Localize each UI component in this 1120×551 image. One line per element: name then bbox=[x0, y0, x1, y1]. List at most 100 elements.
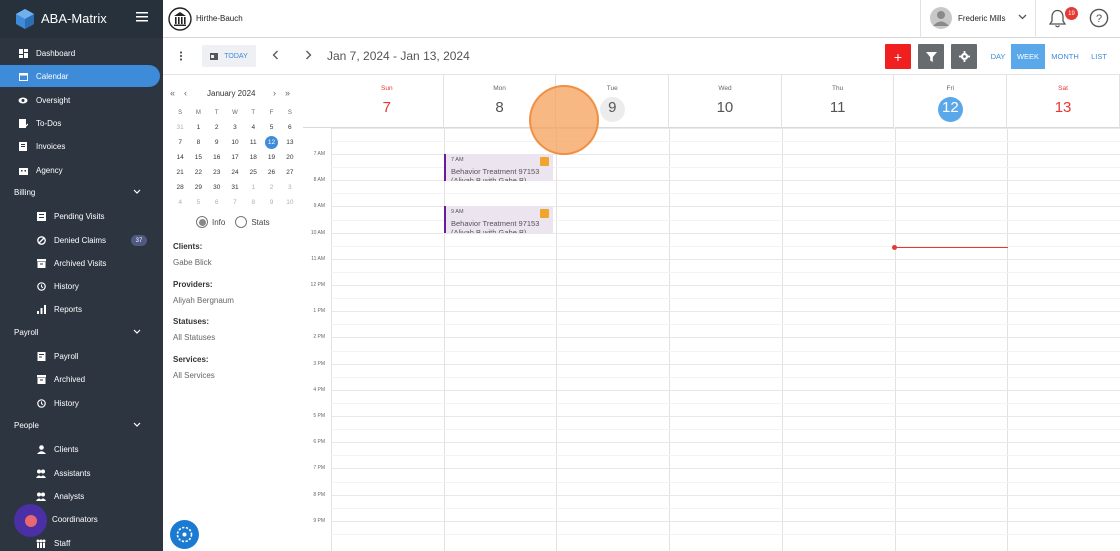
mini-calendar-day[interactable]: 4 bbox=[171, 195, 189, 210]
mini-calendar-day[interactable]: 22 bbox=[189, 165, 207, 180]
mini-calendar-day[interactable]: 31 bbox=[226, 180, 244, 195]
mini-calendar-day[interactable]: 24 bbox=[226, 165, 244, 180]
mini-calendar-day[interactable]: 5 bbox=[189, 195, 207, 210]
view-tab-week[interactable]: WEEK bbox=[1011, 44, 1045, 69]
sidebar-item-denied-claims[interactable]: Denied Claims bbox=[35, 229, 106, 251]
more-options-icon[interactable] bbox=[179, 51, 183, 61]
calendar-event[interactable]: 7 AM Behavior Treatment 97153 (Aliyah B wi… bbox=[444, 154, 553, 181]
next-week-button[interactable] bbox=[305, 50, 312, 60]
sidebar-item-dashboard[interactable]: Dashboard bbox=[17, 42, 75, 64]
mini-calendar-day[interactable]: 11 bbox=[244, 135, 262, 150]
providers-value[interactable]: Aliyah Bergnaum bbox=[173, 296, 234, 305]
view-tab-month[interactable]: MONTH bbox=[1045, 44, 1085, 69]
previous-week-button[interactable] bbox=[272, 50, 279, 60]
mini-calendar-day[interactable]: 6 bbox=[281, 120, 299, 135]
mini-calendar-day[interactable]: 21 bbox=[171, 165, 189, 180]
mini-calendar-day[interactable]: 2 bbox=[208, 120, 226, 135]
day-header-sun[interactable]: Sun 7 bbox=[331, 75, 444, 128]
statuses-value[interactable]: All Statuses bbox=[173, 333, 215, 342]
view-tab-day[interactable]: DAY bbox=[985, 44, 1011, 69]
stats-radio[interactable] bbox=[235, 216, 248, 228]
mini-calendar-day[interactable]: 14 bbox=[171, 150, 189, 165]
mini-calendar-day[interactable]: 19 bbox=[262, 150, 280, 165]
sidebar-item-payroll[interactable]: Payroll bbox=[35, 345, 78, 367]
mini-calendar-day[interactable]: 1 bbox=[244, 180, 262, 195]
help-icon[interactable]: ? bbox=[1089, 8, 1109, 28]
add-event-button[interactable]: + bbox=[885, 44, 911, 69]
mini-calendar-day[interactable]: 17 bbox=[226, 150, 244, 165]
prev-year-icon[interactable]: « bbox=[170, 88, 175, 98]
sidebar-item-oversight[interactable]: Oversight bbox=[17, 89, 70, 111]
bell-icon[interactable] bbox=[1049, 9, 1066, 28]
sidebar-item-payroll-archived[interactable]: Archived bbox=[35, 368, 85, 390]
sidebar-item-pending-visits[interactable]: Pending Visits bbox=[35, 205, 105, 227]
sidebar-item-clients[interactable]: Clients bbox=[35, 438, 78, 460]
sidebar-item-agency[interactable]: Agency bbox=[17, 159, 63, 181]
sidebar-item-coordinators[interactable]: Coordinators bbox=[52, 508, 98, 530]
mini-calendar-day[interactable]: 6 bbox=[208, 195, 226, 210]
today-button[interactable]: TODAY bbox=[202, 45, 256, 67]
day-header-fri[interactable]: Fri 12 bbox=[894, 75, 1008, 128]
settings-button[interactable] bbox=[951, 44, 977, 69]
clients-value[interactable]: Gabe Blick bbox=[173, 258, 212, 267]
next-year-icon[interactable]: » bbox=[285, 88, 290, 98]
mini-calendar-day[interactable]: 2 bbox=[262, 180, 280, 195]
mini-calendar-day[interactable]: 13 bbox=[281, 135, 299, 150]
filter-button[interactable] bbox=[918, 44, 944, 69]
calendar-event[interactable]: 9 AM Behavior Treatment 97153 (Aliyah B wi… bbox=[444, 206, 553, 234]
mini-calendar-day[interactable]: 10 bbox=[226, 135, 244, 150]
mini-calendar-day[interactable]: 9 bbox=[262, 195, 280, 210]
day-header-wed[interactable]: Wed 10 bbox=[669, 75, 782, 128]
view-tab-list[interactable]: LIST bbox=[1085, 44, 1113, 69]
mini-calendar-day[interactable]: 7 bbox=[226, 195, 244, 210]
mini-calendar-grid: S M T W T F S 31 1 2 3 4 5 6 7 8 9 10 11 12 13 14 15 16 17 18 19 20… bbox=[171, 105, 299, 210]
mini-calendar-day[interactable]: 15 bbox=[189, 150, 207, 165]
recording-indicator[interactable] bbox=[14, 504, 47, 537]
sidebar-item-staff[interactable]: Staff bbox=[35, 532, 70, 551]
day-header-sat[interactable]: Sat 13 bbox=[1007, 75, 1120, 128]
sidebar-section-billing[interactable]: Billing bbox=[0, 183, 163, 203]
history-icon bbox=[35, 280, 47, 292]
mini-calendar-day[interactable]: 31 bbox=[171, 120, 189, 135]
mini-calendar-day[interactable]: 16 bbox=[208, 150, 226, 165]
mini-calendar-day[interactable]: 5 bbox=[262, 120, 280, 135]
day-header-thu[interactable]: Thu 11 bbox=[781, 75, 895, 128]
mini-calendar-day[interactable]: 3 bbox=[226, 120, 244, 135]
mini-calendar-day[interactable]: 26 bbox=[262, 165, 280, 180]
mini-calendar-day[interactable]: 29 bbox=[189, 180, 207, 195]
mini-calendar-day[interactable]: 23 bbox=[208, 165, 226, 180]
sidebar-section-people[interactable]: People bbox=[0, 416, 163, 436]
prev-month-icon[interactable]: ‹ bbox=[184, 88, 187, 98]
mini-calendar-day[interactable]: 7 bbox=[171, 135, 189, 150]
services-value[interactable]: All Services bbox=[173, 371, 215, 380]
sidebar-item-invoices[interactable]: Invoices bbox=[17, 135, 65, 157]
mini-calendar-day[interactable]: 12 bbox=[262, 135, 280, 150]
accessibility-button[interactable] bbox=[170, 520, 199, 549]
mini-calendar-day[interactable]: 8 bbox=[189, 135, 207, 150]
mini-calendar-day[interactable]: 18 bbox=[244, 150, 262, 165]
sidebar-item-reports[interactable]: Reports bbox=[35, 298, 82, 320]
sidebar-item-assistants[interactable]: Assistants bbox=[35, 462, 90, 484]
sidebar-item-payroll-history[interactable]: History bbox=[35, 392, 79, 414]
next-month-icon[interactable]: › bbox=[273, 88, 276, 98]
mini-calendar-day[interactable]: 9 bbox=[208, 135, 226, 150]
mini-calendar-day[interactable]: 27 bbox=[281, 165, 299, 180]
menu-toggle-icon[interactable] bbox=[136, 12, 148, 22]
sidebar-item-analysts[interactable]: Analysts bbox=[35, 485, 84, 507]
info-radio[interactable] bbox=[196, 216, 208, 228]
mini-calendar-day[interactable]: 25 bbox=[244, 165, 262, 180]
sidebar-item-todos[interactable]: To-Dos bbox=[17, 112, 61, 134]
mini-calendar-day[interactable]: 28 bbox=[171, 180, 189, 195]
sidebar-item-archived-visits[interactable]: Archived Visits bbox=[35, 252, 106, 274]
user-menu[interactable]: Frederic Mills bbox=[920, 0, 1036, 38]
mini-calendar-day[interactable]: 1 bbox=[189, 120, 207, 135]
mini-calendar-day[interactable]: 3 bbox=[281, 180, 299, 195]
sidebar-section-payroll[interactable]: Payroll bbox=[0, 323, 163, 343]
sidebar-item-calendar[interactable]: Calendar bbox=[0, 65, 160, 87]
mini-calendar-day[interactable]: 8 bbox=[244, 195, 262, 210]
mini-calendar-day[interactable]: 20 bbox=[281, 150, 299, 165]
mini-calendar-day[interactable]: 30 bbox=[208, 180, 226, 195]
mini-calendar-day[interactable]: 4 bbox=[244, 120, 262, 135]
mini-calendar-day[interactable]: 10 bbox=[281, 195, 299, 210]
sidebar-item-billing-history[interactable]: History bbox=[35, 275, 79, 297]
